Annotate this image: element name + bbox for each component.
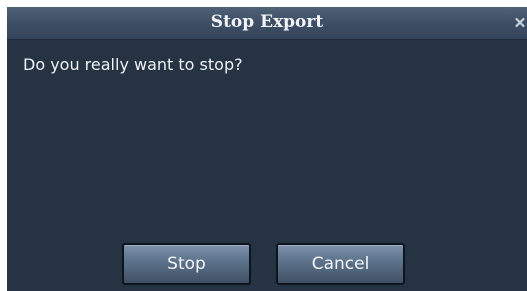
- close-icon[interactable]: [513, 14, 527, 30]
- cancel-button[interactable]: Cancel: [276, 243, 405, 285]
- dialog-title: Stop Export: [210, 12, 324, 32]
- dialog-message: Do you really want to stop?: [23, 55, 243, 74]
- dialog-titlebar: Stop Export: [7, 7, 527, 40]
- stop-export-dialog: Stop Export Do you really want to stop? …: [7, 7, 527, 291]
- stop-button[interactable]: Stop: [122, 243, 251, 285]
